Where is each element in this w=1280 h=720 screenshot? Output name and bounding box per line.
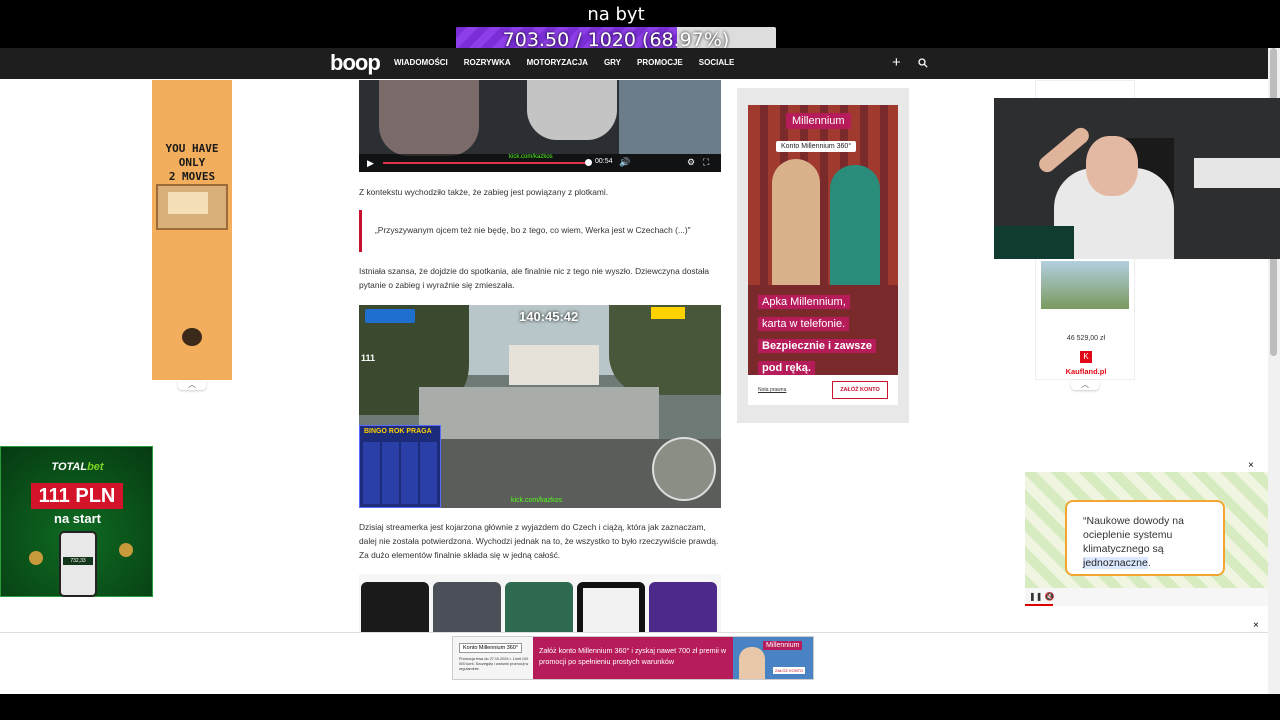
video-player-top[interactable]: ▶ 00:54 🔊 ⚙ ⛶ kick.com/kazkos xyxy=(359,80,721,172)
pause-icon[interactable]: ❚❚ 🔇 xyxy=(1029,592,1055,601)
article-paragraph-2: Istniała szansa, że dojdzie do spotkania… xyxy=(359,266,710,290)
millennium-headline: Apka Millennium, karta w telefonie. Bezp… xyxy=(758,291,888,379)
video-progress-knob[interactable] xyxy=(585,159,592,166)
volume-icon[interactable]: 🔊 xyxy=(619,157,630,168)
totalbet-phone-value: 732,33 xyxy=(63,557,93,565)
article-paragraph-3: Dzisiaj streamerka jest kojarzona główni… xyxy=(359,522,719,560)
quote-text: „Przyszywanym ojcem też nie będę, bo z t… xyxy=(375,225,691,235)
nav-menu: WIADOMOŚCI ROZRYWKA MOTORYZACJA GRY PROM… xyxy=(394,58,734,67)
millennium-legal-link[interactable]: Nota prawna xyxy=(758,387,786,393)
bottom-ad-chip: Konto Millennium 360° xyxy=(459,643,523,653)
bottom-ad-fineprint: Promocja trwa do 27.10.2024 r. Limit 100… xyxy=(459,657,529,671)
play-icon[interactable]: ▶ xyxy=(367,158,374,169)
kaufland-price: 46 529,00 zł xyxy=(1066,335,1106,342)
millennium-cta-button[interactable]: ZAŁÓŻ KONTO xyxy=(832,381,888,399)
coin-icon xyxy=(29,551,43,565)
bottom-ad-brand: Millennium xyxy=(763,641,803,650)
kaufland-name: Kaufland.pl xyxy=(1065,367,1107,376)
bottom-ad-close-icon[interactable]: × xyxy=(1253,621,1259,631)
fullscreen-icon[interactable]: ⛶ xyxy=(703,157,709,168)
stream-badge-right xyxy=(651,307,685,319)
bottom-ad-middle-panel: Załóż konto Millennium 360° i zyskaj naw… xyxy=(533,637,733,679)
millennium-ad-woman xyxy=(830,165,880,285)
right-ad-collapse-button[interactable]: ︿ xyxy=(1071,380,1099,390)
millennium-ad[interactable]: Millennium Konto Millennium 360° Apka Mi… xyxy=(748,105,898,405)
left-ad-text: YOU HAVE ONLY 2 MOVES xyxy=(165,142,219,183)
video-person-right xyxy=(527,80,617,140)
millennium-chip: Konto Millennium 360° xyxy=(776,141,857,152)
search-icon[interactable] xyxy=(918,58,928,68)
totalbet-ad[interactable]: TOTALbet 111 PLN na start 732,33 xyxy=(0,446,153,597)
nav-item-wiadomosci[interactable]: WIADOMOŚCI xyxy=(394,58,448,67)
millennium-logo: Millennium xyxy=(786,113,851,129)
climate-ad-close-icon[interactable]: × xyxy=(1248,461,1254,471)
video-fence xyxy=(419,387,659,439)
video-watermark: kick.com/kazkos xyxy=(509,154,553,160)
climate-ad-text: “Naukowe dowody na ocieplenie systemu kl… xyxy=(1083,515,1184,569)
video-progress-bar[interactable] xyxy=(383,162,589,164)
totalbet-phone: 732,33 xyxy=(59,531,97,597)
kaufland-logo-icon: K xyxy=(1080,351,1092,363)
stream-bingo-card: BINGO ROK PRAGA xyxy=(359,425,441,508)
stream-timer: 140:45:42 xyxy=(519,309,579,324)
video-player-main[interactable]: 140:45:42 111 BINGO ROK PRAGA kick.com/k… xyxy=(359,305,721,508)
webcam-printer xyxy=(1194,158,1280,188)
nav-item-rozrywka[interactable]: ROZRYWKA xyxy=(464,58,511,67)
article-quote: „Przyszywanym ojcem też nie będę, bo z t… xyxy=(359,210,721,252)
climate-video-ad[interactable]: “Naukowe dowody na ocieplenie systemu kl… xyxy=(1025,472,1268,606)
webcam-person-head xyxy=(1086,136,1138,196)
site-logo[interactable]: boop xyxy=(330,50,381,76)
video-car-window xyxy=(619,80,721,154)
nav-item-promocje[interactable]: PROMOCJE xyxy=(637,58,683,67)
bottom-banner-ad[interactable]: Konto Millennium 360° Promocja trwa do 2… xyxy=(452,636,814,680)
totalbet-subtitle: na start xyxy=(54,511,101,526)
left-skyscraper-ad[interactable]: YOU HAVE ONLY 2 MOVES xyxy=(152,80,232,380)
left-ad-badge-icon xyxy=(182,328,202,346)
climate-ad-progress xyxy=(1025,604,1053,606)
nav-item-gry[interactable]: GRY xyxy=(604,58,621,67)
video-time: 00:54 xyxy=(595,158,613,165)
nav-item-motoryzacja[interactable]: MOTORYZACJA xyxy=(527,58,588,67)
plus-icon[interactable]: + xyxy=(892,55,901,70)
kaufland-product-image xyxy=(1041,261,1129,309)
left-ad-game-building xyxy=(168,192,208,214)
totalbet-logo: TOTALbet xyxy=(51,461,104,473)
left-ad-collapse-button[interactable]: ︿ xyxy=(178,380,206,390)
stream-minimap xyxy=(652,437,716,501)
nav-item-sociale[interactable]: SOCIALE xyxy=(699,58,735,67)
bottom-ad-right-panel: Millennium ZAŁÓŻ KONTO xyxy=(733,637,813,679)
site-navbar: boop WIADOMOŚCI ROZRYWKA MOTORYZACJA GRY… xyxy=(0,48,1268,79)
bottom-ad-left-panel: Konto Millennium 360° Promocja trwa do 2… xyxy=(453,637,533,679)
millennium-ad-footer: Nota prawna ZAŁÓŻ KONTO xyxy=(748,375,898,405)
stream-badge-left xyxy=(365,309,415,323)
webcam-keyboard xyxy=(994,226,1074,259)
totalbet-amount: 111 PLN xyxy=(31,483,123,509)
bottom-ad-cta-button[interactable]: ZAŁÓŻ KONTO xyxy=(773,667,806,674)
video-building xyxy=(509,345,599,385)
bingo-card-grid xyxy=(363,442,439,504)
video-watermark: kick.com/kazkos xyxy=(511,497,562,504)
bottom-ad-person xyxy=(739,647,765,679)
stream-viewer-count: 111 xyxy=(361,353,376,363)
millennium-ad-man xyxy=(772,159,820,285)
goal-title: na byt xyxy=(587,4,645,25)
climate-ad-speech-bubble: “Naukowe dowody na ocieplenie systemu kl… xyxy=(1065,500,1225,576)
streamer-webcam xyxy=(994,98,1280,259)
coin-icon xyxy=(119,543,133,557)
bingo-card-title: BINGO ROK PRAGA xyxy=(364,428,432,435)
bottom-ad-text: Załóż konto Millennium 360° i zyskaj naw… xyxy=(539,646,727,666)
article-paragraph-1: Z kontekstu wychodziło także, że zabieg … xyxy=(359,187,609,197)
gear-icon[interactable]: ⚙ xyxy=(687,157,695,168)
screen: na byt 703.50 / 1020 (68.97%) boop WIADO… xyxy=(0,0,1280,720)
video-person-left xyxy=(379,80,479,156)
climate-ad-controls: ❚❚ 🔇 xyxy=(1025,588,1268,606)
webcam-person-arm xyxy=(1035,124,1093,176)
